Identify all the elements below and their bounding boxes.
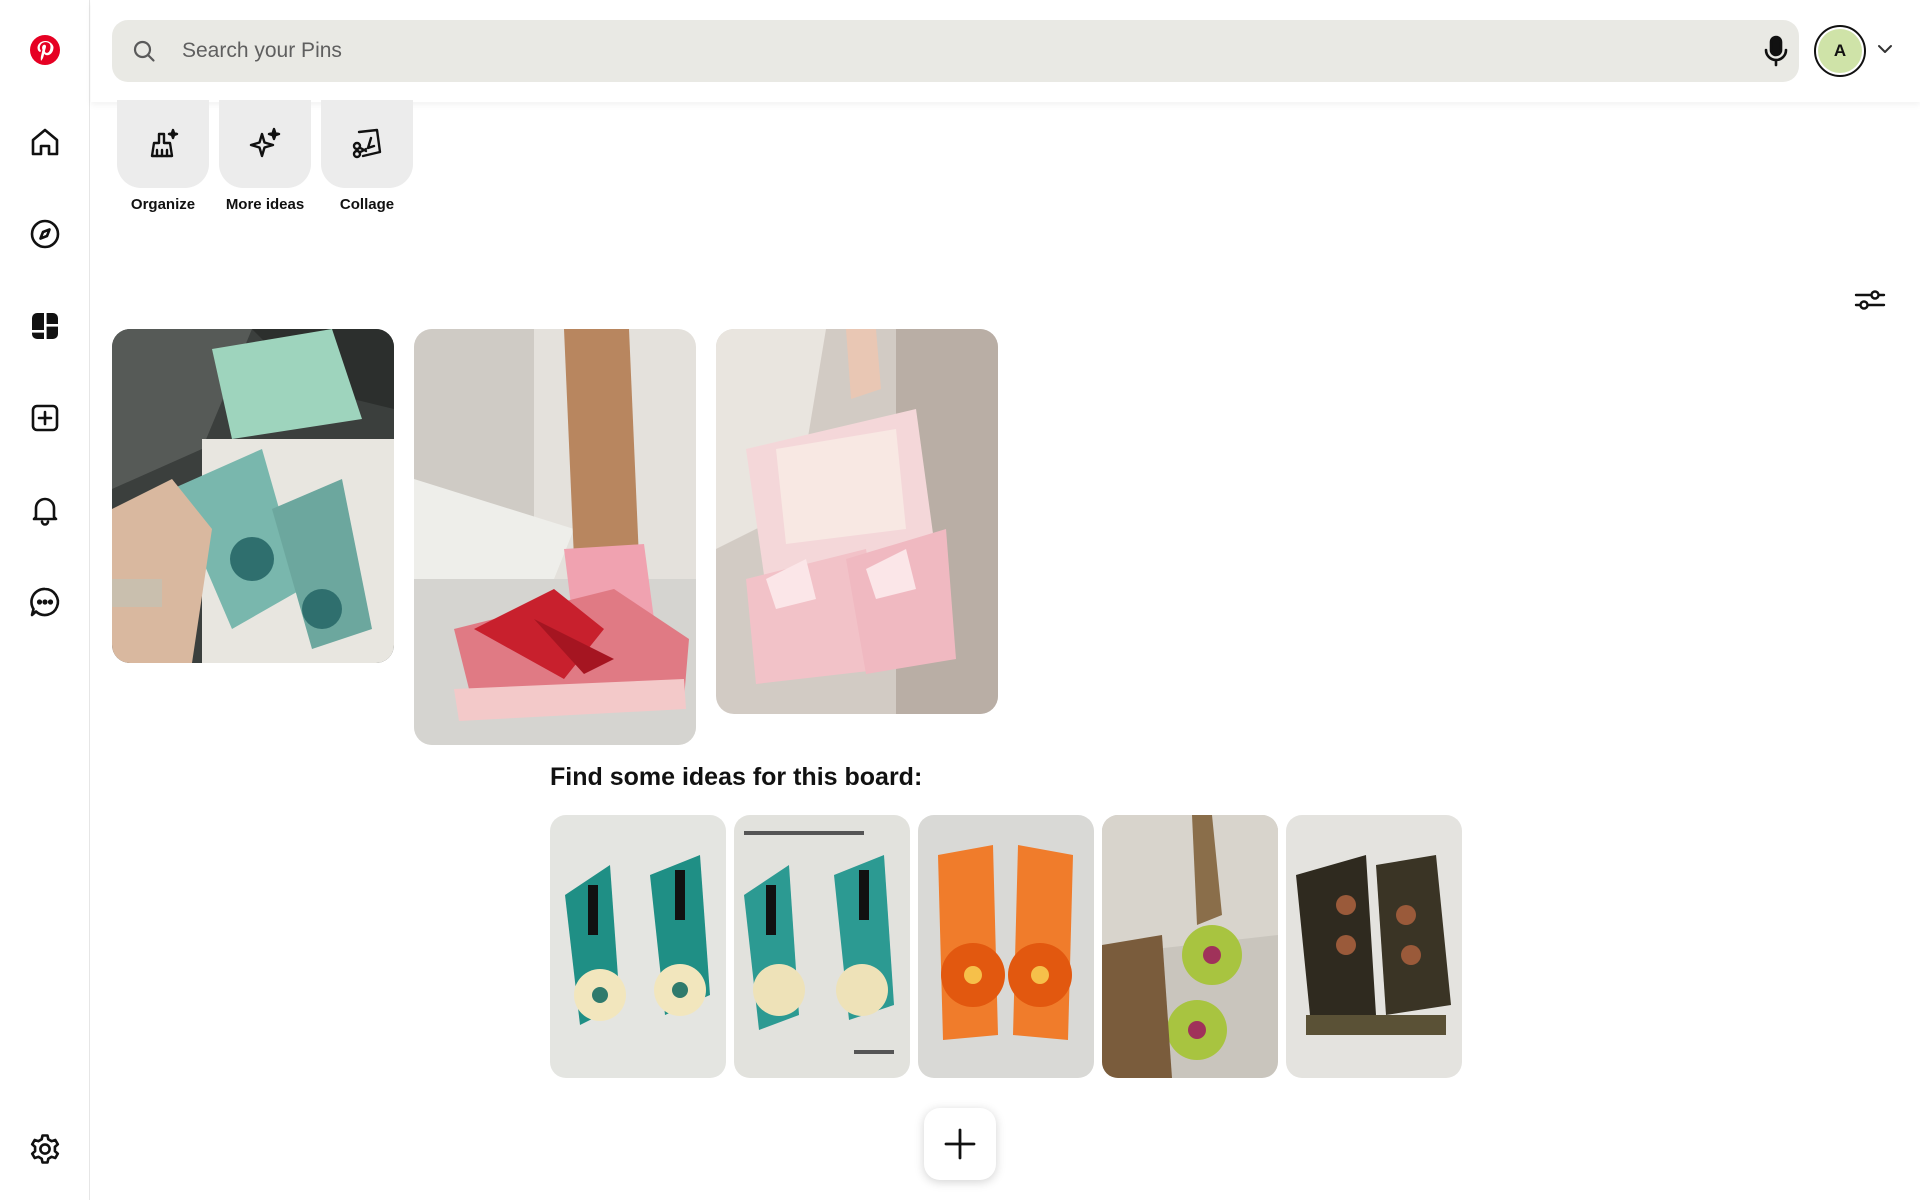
tool-label-organize: Organize [130,196,196,213]
pin-teal-flower-heels[interactable] [112,329,394,663]
organize-button[interactable] [117,100,209,188]
add-pin-button[interactable] [924,1108,996,1180]
settings-gear-icon[interactable] [21,1125,69,1173]
pinterest-logo-icon[interactable] [21,26,69,74]
messages-icon[interactable] [21,578,69,626]
notifications-bell-icon[interactable] [21,486,69,534]
search-input[interactable] [182,20,1682,82]
search-icon [133,40,155,62]
avatar: A [1818,29,1862,73]
idea-teal-hibiscus-heels[interactable] [550,815,726,1078]
sidebar [0,0,90,1200]
tool-collage[interactable]: Collage [321,100,413,213]
boards-icon[interactable] [21,302,69,350]
search-bar[interactable] [112,20,1799,82]
pin-pink-bow-platforms[interactable] [716,329,998,714]
explore-icon[interactable] [21,210,69,258]
scissors-collage-icon [352,128,382,159]
profile-avatar-button[interactable]: A [1814,25,1866,77]
microphone-icon[interactable] [1759,34,1793,68]
home-icon[interactable] [21,118,69,166]
create-icon[interactable] [21,394,69,442]
idea-image [918,815,1094,1078]
top-header: A [91,0,1920,102]
tool-label-more-ideas: More ideas [225,196,305,213]
pin-pink-sneakers[interactable] [414,329,696,745]
pin-image [414,329,696,745]
tool-label-collage: Collage [339,196,395,213]
idea-green-orchid-heels[interactable] [1102,815,1278,1078]
filter-sort-button[interactable] [1850,280,1890,320]
pin-image [112,329,394,663]
idea-image [1286,815,1462,1078]
idea-image [1102,815,1278,1078]
plus-icon [944,1128,976,1160]
more-ideas-button[interactable] [219,100,311,188]
collage-button[interactable] [321,100,413,188]
idea-orange-orchid-mules[interactable] [918,815,1094,1078]
idea-image [550,815,726,1078]
idea-jeweled-strappy-heels[interactable] [1286,815,1462,1078]
pin-image [716,329,998,714]
ideas-section-title: Find some ideas for this board: [550,763,923,791]
tool-more-ideas[interactable]: More ideas [219,100,311,213]
broom-sparkle-icon [150,128,179,158]
tool-organize[interactable]: Organize [117,100,209,213]
idea-image [734,815,910,1078]
idea-dolce-butterfly-heels[interactable] [734,815,910,1078]
sliders-icon [1854,290,1886,310]
sparkle-icon [249,127,281,158]
chevron-down-icon[interactable] [1874,38,1896,60]
